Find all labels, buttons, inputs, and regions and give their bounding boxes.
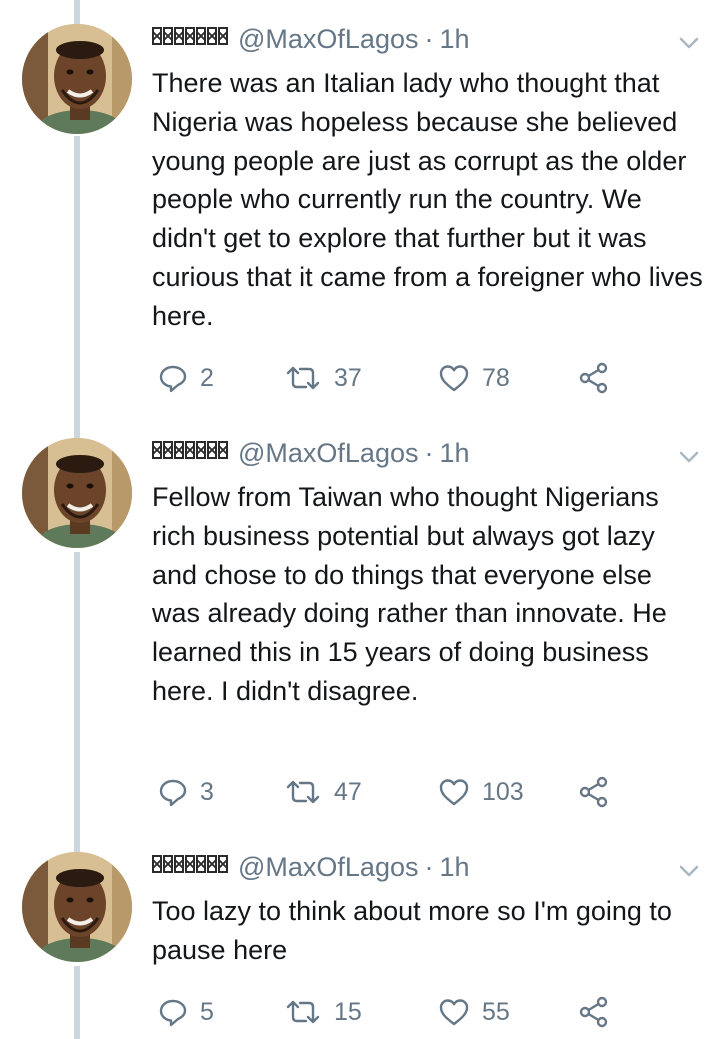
tweet[interactable]: @MaxOfLagos · 1h There was an Italian la… [0, 24, 720, 424]
reply-count: 2 [200, 363, 214, 392]
retweet-button[interactable]: 15 [284, 992, 362, 1032]
retweet-count: 37 [334, 363, 362, 392]
tweet-text: Fellow from Taiwan who thought Nigerians… [152, 482, 667, 706]
display-name[interactable] [152, 855, 228, 873]
like-button[interactable]: 78 [438, 358, 510, 398]
tweet-actions: 5 15 55 [158, 992, 628, 1032]
tweet-text: There was an Italian lady who thought th… [152, 68, 703, 331]
retweet-count: 15 [334, 997, 362, 1026]
retweet-button[interactable]: 37 [284, 358, 362, 398]
retweet-button[interactable]: 47 [284, 772, 362, 812]
retweet-icon [286, 366, 320, 390]
user-handle[interactable]: @MaxOfLagos [238, 852, 418, 883]
avatar[interactable] [22, 438, 132, 548]
tweet-header: @MaxOfLagos · 1h [152, 24, 470, 60]
chevron-down-icon[interactable] [678, 32, 700, 54]
reply-button[interactable]: 2 [158, 358, 214, 398]
share-button[interactable] [578, 772, 622, 812]
retweet-icon [286, 1000, 320, 1024]
reply-button[interactable]: 5 [158, 992, 214, 1032]
share-icon [579, 362, 608, 394]
user-handle[interactable]: @MaxOfLagos [238, 24, 418, 55]
like-icon [439, 365, 469, 392]
separator: · [424, 24, 434, 54]
like-count: 78 [482, 363, 510, 392]
like-icon [439, 999, 469, 1026]
display-name[interactable] [152, 441, 228, 459]
like-count: 103 [482, 777, 524, 806]
reply-icon [159, 365, 187, 393]
like-button[interactable]: 103 [438, 772, 524, 812]
share-button[interactable] [578, 358, 622, 398]
share-icon [579, 776, 608, 808]
timestamp[interactable]: 1h [439, 852, 469, 883]
reply-count: 3 [200, 777, 214, 806]
tweet-actions: 3 47 103 [158, 772, 628, 812]
chevron-down-icon[interactable] [678, 860, 700, 882]
tweet-header: @MaxOfLagos · 1h [152, 438, 470, 474]
tweet[interactable]: @MaxOfLagos · 1h Fellow from Taiwan who … [0, 438, 720, 838]
reply-button[interactable]: 3 [158, 772, 214, 812]
chevron-down-icon[interactable] [678, 446, 700, 468]
thread-line [74, 0, 80, 24]
tweet-text: Too lazy to think about more so I'm goin… [152, 896, 672, 965]
avatar[interactable] [22, 852, 132, 962]
share-button[interactable] [578, 992, 622, 1032]
tweet-actions: 2 37 78 [158, 358, 628, 398]
timestamp[interactable]: 1h [439, 438, 469, 469]
reply-icon [159, 999, 187, 1027]
user-handle[interactable]: @MaxOfLagos [238, 438, 418, 469]
reply-icon [159, 779, 187, 807]
retweet-icon [286, 780, 320, 804]
separator: · [424, 438, 434, 468]
tweet-header: @MaxOfLagos · 1h [152, 852, 470, 888]
like-count: 55 [482, 997, 510, 1026]
separator: · [424, 852, 434, 882]
tweet[interactable]: @MaxOfLagos · 1h Too lazy to think about… [0, 852, 720, 1039]
timestamp[interactable]: 1h [439, 24, 469, 55]
like-button[interactable]: 55 [438, 992, 510, 1032]
display-name[interactable] [152, 27, 228, 45]
like-icon [439, 779, 469, 806]
reply-count: 5 [200, 997, 214, 1026]
avatar[interactable] [22, 24, 132, 134]
retweet-count: 47 [334, 777, 362, 806]
share-icon [579, 996, 608, 1028]
